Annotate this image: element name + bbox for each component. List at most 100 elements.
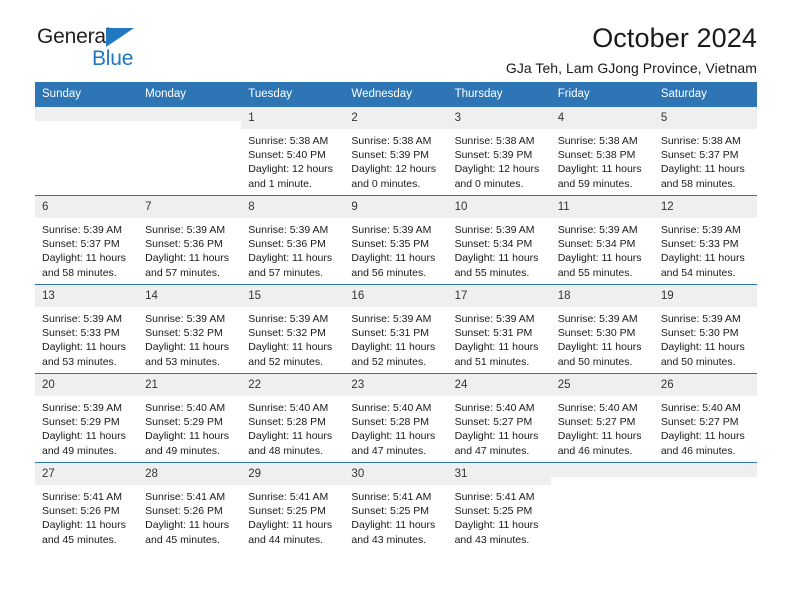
calendar-day-cell[interactable]: 13 Sunrise: 5:39 AM Sunset: 5:33 PM Dayligh…: [35, 284, 139, 374]
sunset-text: Sunset: 5:26 PM: [145, 505, 223, 518]
sunset-text: Sunset: 5:28 PM: [248, 416, 326, 429]
sunset-text: Sunset: 5:33 PM: [42, 327, 120, 340]
calendar-day-cell[interactable]: 23 Sunrise: 5:40 AM Sunset: 5:28 PM Dayligh…: [344, 373, 448, 463]
sunset-text: Sunset: 5:31 PM: [454, 327, 533, 340]
calendar-day-cell[interactable]: 3 Sunrise: 5:38 AM Sunset: 5:39 PM Daylight…: [447, 106, 551, 196]
calendar-day-cell[interactable]: 31 Sunrise: 5:41 AM Sunset: 5:25 PM Dayligh…: [447, 462, 551, 551]
weekday-header-monday: Monday: [138, 82, 242, 107]
daylight-text-line1: Daylight: 11 hours: [351, 252, 436, 265]
calendar-day-cell[interactable]: 12 Sunrise: 5:39 AM Sunset: 5:33 PM Dayligh…: [653, 195, 757, 285]
sunrise-text: Sunrise: 5:41 AM: [454, 491, 535, 503]
sunrise-text: Sunrise: 5:40 AM: [351, 402, 432, 414]
day-number: 2: [344, 107, 448, 129]
day-details: Sunrise: 5:39 AM Sunset: 5:37 PM Daylight:…: [35, 218, 138, 280]
daylight-text-line1: Daylight: 11 hours: [42, 341, 126, 354]
sunrise-text: Sunrise: 5:39 AM: [351, 224, 432, 236]
day-number: 18: [550, 285, 654, 307]
calendar-day-cell[interactable]: 14 Sunrise: 5:39 AM Sunset: 5:32 PM Dayligh…: [138, 284, 242, 374]
daylight-text-line2: and 45 minutes.: [42, 533, 117, 546]
daylight-text-line1: Daylight: 12 hours: [351, 163, 437, 176]
calendar-day-cell-empty: [653, 462, 757, 551]
calendar-week-row: 13 Sunrise: 5:39 AM Sunset: 5:33 PM Dayligh…: [35, 284, 757, 374]
day-details: Sunrise: 5:38 AM Sunset: 5:37 PM Daylight:…: [654, 129, 757, 191]
day-number: 6: [35, 196, 139, 218]
calendar-day-cell[interactable]: 2 Sunrise: 5:38 AM Sunset: 5:39 PM Daylight…: [344, 106, 448, 196]
day-number: [550, 463, 654, 477]
daylight-text-line2: and 57 minutes.: [145, 266, 220, 279]
day-details: Sunrise: 5:41 AM Sunset: 5:25 PM Daylight:…: [344, 485, 447, 547]
daylight-text-line1: Daylight: 11 hours: [557, 430, 642, 443]
day-number: 12: [653, 196, 757, 218]
daylight-text-line2: and 52 minutes.: [351, 355, 427, 368]
daylight-text-line1: Daylight: 11 hours: [248, 430, 333, 443]
day-details: Sunrise: 5:39 AM Sunset: 5:32 PM Daylight:…: [241, 307, 344, 369]
day-details: Sunrise: 5:40 AM Sunset: 5:27 PM Daylight:…: [448, 396, 551, 458]
day-details: Sunrise: 5:40 AM Sunset: 5:28 PM Daylight:…: [241, 396, 344, 458]
day-details: Sunrise: 5:40 AM Sunset: 5:28 PM Daylight:…: [344, 396, 447, 458]
day-number: [35, 107, 139, 121]
day-number: 27: [35, 463, 139, 485]
daylight-text-line1: Daylight: 11 hours: [42, 519, 126, 532]
day-number: 30: [344, 463, 448, 485]
daylight-text-line2: and 59 minutes.: [557, 177, 633, 190]
calendar-day-cell[interactable]: 8 Sunrise: 5:39 AM Sunset: 5:36 PM Daylight…: [241, 195, 345, 285]
daylight-text-line2: and 55 minutes.: [454, 266, 530, 279]
daylight-text-line2: and 56 minutes.: [351, 266, 427, 279]
day-number: 23: [344, 374, 448, 396]
calendar-day-cell[interactable]: 22 Sunrise: 5:40 AM Sunset: 5:28 PM Dayligh…: [241, 373, 345, 463]
calendar-day-cell[interactable]: 9 Sunrise: 5:39 AM Sunset: 5:35 PM Daylight…: [344, 195, 448, 285]
calendar-day-cell[interactable]: 10 Sunrise: 5:39 AM Sunset: 5:34 PM Dayligh…: [447, 195, 551, 285]
calendar-day-cell[interactable]: 7 Sunrise: 5:39 AM Sunset: 5:36 PM Daylight…: [138, 195, 242, 285]
daylight-text-line1: Daylight: 11 hours: [351, 519, 436, 532]
day-number: 26: [653, 374, 757, 396]
calendar-day-cell[interactable]: 1 Sunrise: 5:38 AM Sunset: 5:40 PM Daylight…: [241, 106, 345, 196]
daylight-text-line2: and 57 minutes.: [248, 266, 323, 279]
calendar-day-cell[interactable]: 16 Sunrise: 5:39 AM Sunset: 5:31 PM Dayligh…: [344, 284, 448, 374]
day-number: 15: [241, 285, 345, 307]
day-details: Sunrise: 5:41 AM Sunset: 5:25 PM Daylight:…: [448, 485, 551, 547]
day-details: Sunrise: 5:40 AM Sunset: 5:29 PM Daylight:…: [138, 396, 241, 458]
day-details: Sunrise: 5:39 AM Sunset: 5:29 PM Daylight:…: [35, 396, 138, 458]
sunset-text: Sunset: 5:31 PM: [351, 327, 430, 340]
calendar-day-cell[interactable]: 17 Sunrise: 5:39 AM Sunset: 5:31 PM Dayligh…: [447, 284, 551, 374]
day-details: Sunrise: 5:39 AM Sunset: 5:36 PM Daylight:…: [138, 218, 241, 280]
calendar-day-cell[interactable]: 21 Sunrise: 5:40 AM Sunset: 5:29 PM Dayligh…: [138, 373, 242, 463]
daylight-text-line1: Daylight: 12 hours: [248, 163, 333, 176]
calendar-day-cell[interactable]: 28 Sunrise: 5:41 AM Sunset: 5:26 PM Dayligh…: [138, 462, 242, 551]
calendar-day-cell[interactable]: 20 Sunrise: 5:39 AM Sunset: 5:29 PM Dayligh…: [35, 373, 139, 463]
calendar-day-cell[interactable]: 18 Sunrise: 5:39 AM Sunset: 5:30 PM Dayligh…: [550, 284, 654, 374]
day-details: Sunrise: 5:38 AM Sunset: 5:39 PM Daylight:…: [344, 129, 447, 191]
brand-logo[interactable]: General Blue: [35, 26, 195, 78]
calendar-day-cell[interactable]: 25 Sunrise: 5:40 AM Sunset: 5:27 PM Dayligh…: [550, 373, 654, 463]
daylight-text-line1: Daylight: 11 hours: [248, 519, 333, 532]
sunset-text: Sunset: 5:35 PM: [351, 238, 430, 251]
day-number: 25: [550, 374, 654, 396]
calendar-day-cell[interactable]: 11 Sunrise: 5:39 AM Sunset: 5:34 PM Dayligh…: [550, 195, 654, 285]
day-number: 8: [241, 196, 345, 218]
calendar-day-cell[interactable]: 5 Sunrise: 5:38 AM Sunset: 5:37 PM Daylight…: [653, 106, 757, 196]
calendar-day-cell[interactable]: 19 Sunrise: 5:39 AM Sunset: 5:30 PM Dayligh…: [653, 284, 757, 374]
calendar-day-cell[interactable]: 4 Sunrise: 5:38 AM Sunset: 5:38 PM Daylight…: [550, 106, 654, 196]
calendar-day-cell[interactable]: 6 Sunrise: 5:39 AM Sunset: 5:37 PM Daylight…: [35, 195, 139, 285]
daylight-text-line2: and 55 minutes.: [557, 266, 633, 279]
calendar-day-cell[interactable]: 26 Sunrise: 5:40 AM Sunset: 5:27 PM Dayligh…: [653, 373, 757, 463]
calendar-day-cell-empty: [35, 106, 139, 196]
calendar-day-cell[interactable]: 24 Sunrise: 5:40 AM Sunset: 5:27 PM Dayligh…: [447, 373, 551, 463]
calendar-day-cell[interactable]: 30 Sunrise: 5:41 AM Sunset: 5:25 PM Dayligh…: [344, 462, 448, 551]
sunrise-text: Sunrise: 5:39 AM: [248, 313, 329, 325]
daylight-text-line2: and 54 minutes.: [660, 266, 736, 279]
sunrise-text: Sunrise: 5:39 AM: [42, 402, 122, 414]
sunset-text: Sunset: 5:36 PM: [145, 238, 223, 251]
sunset-text: Sunset: 5:27 PM: [454, 416, 533, 429]
calendar-day-cell[interactable]: 27 Sunrise: 5:41 AM Sunset: 5:26 PM Dayligh…: [35, 462, 139, 551]
sunset-text: Sunset: 5:32 PM: [248, 327, 326, 340]
day-number: [653, 463, 757, 477]
sunrise-text: Sunrise: 5:41 AM: [42, 491, 122, 503]
day-details: Sunrise: 5:38 AM Sunset: 5:40 PM Daylight:…: [241, 129, 344, 191]
daylight-text-line1: Daylight: 12 hours: [454, 163, 540, 176]
calendar-day-cell[interactable]: 29 Sunrise: 5:41 AM Sunset: 5:25 PM Dayligh…: [241, 462, 345, 551]
day-details: Sunrise: 5:39 AM Sunset: 5:31 PM Daylight:…: [344, 307, 447, 369]
daylight-text-line2: and 0 minutes.: [351, 177, 421, 190]
calendar-day-cell[interactable]: 15 Sunrise: 5:39 AM Sunset: 5:32 PM Dayligh…: [241, 284, 345, 374]
day-number: 28: [138, 463, 242, 485]
